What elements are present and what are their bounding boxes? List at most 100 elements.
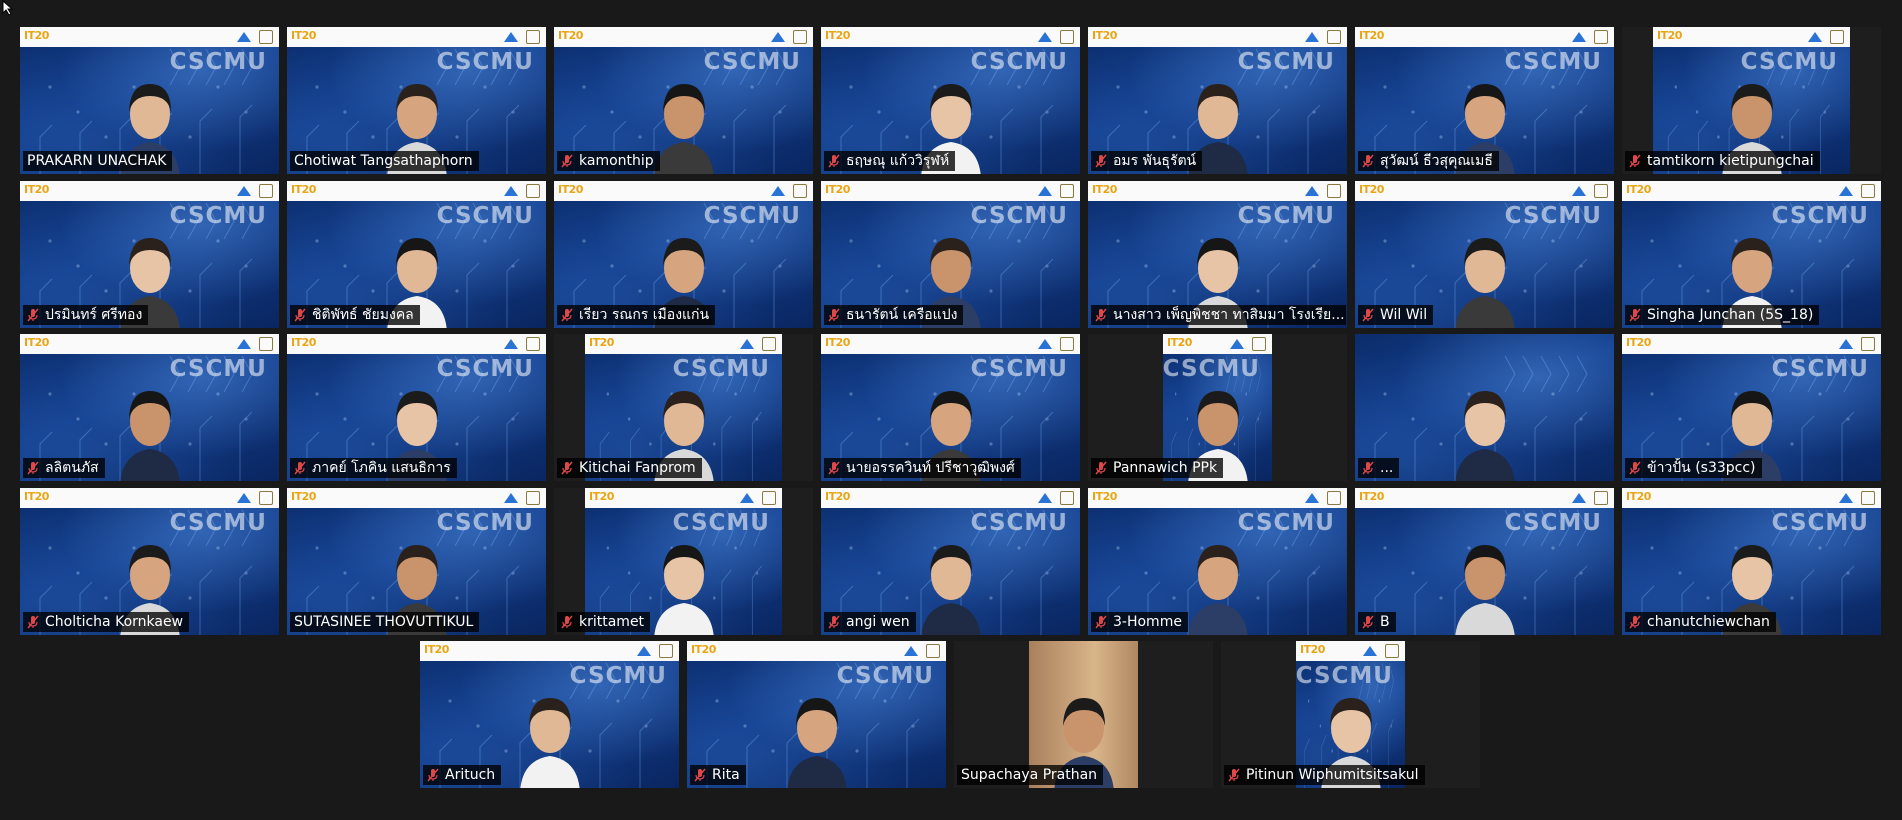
- cscmu-logo-icon: [771, 32, 785, 42]
- university-seal-icon: [259, 184, 273, 198]
- participant-tile[interactable]: IT20 CSCMU Cholticha Kornkaew: [20, 488, 279, 635]
- sponsor-logos: [1228, 337, 1266, 351]
- participant-tile[interactable]: IT20 CSCMU PRAKARN UNACHAK: [20, 27, 279, 174]
- university-seal-icon: [1327, 491, 1341, 505]
- participant-name: B: [1380, 614, 1390, 630]
- university-seal-icon: [526, 30, 540, 44]
- participant-tile[interactable]: IT20 CSCMU Singha Junchan (5S_18): [1622, 181, 1881, 328]
- muted-mic-icon: [828, 461, 840, 475]
- participant-tile[interactable]: IT20 CSCMU ปรมินทร์ ศรีทอง: [20, 181, 279, 328]
- participant-tile[interactable]: IT20 CSCMU Pannawich PPk: [1088, 334, 1347, 481]
- muted-mic-icon: [27, 308, 39, 322]
- event-banner: IT20: [1355, 488, 1614, 508]
- participant-name-label: ปรมินทร์ ศรีทอง: [23, 305, 149, 325]
- university-seal-icon: [526, 491, 540, 505]
- cscmu-logo-icon: [637, 646, 651, 656]
- participant-name-label: Kitichai Fanprom: [557, 458, 702, 478]
- participant-tile[interactable]: IT20 CSCMU ธฤษณุ แก้ววิรุฬห์: [821, 27, 1080, 174]
- muted-mic-icon: [27, 615, 39, 629]
- participant-tile[interactable]: IT20 CSCMU Pitinun Wiphumitsitsakul: [1221, 641, 1480, 788]
- event-brand-logo: IT20: [424, 643, 449, 656]
- participant-tile[interactable]: IT20 CSCMU ลลิตนภัส: [20, 334, 279, 481]
- participant-name-label: ข้าวปั้น (s33pcc): [1625, 458, 1762, 478]
- participant-tile[interactable]: IT20 CSCMU นายอรรควินท์ ปรีชาวุฒิพงศ์: [821, 334, 1080, 481]
- participant-tile[interactable]: ...: [1355, 334, 1614, 481]
- sponsor-logos: [1570, 30, 1608, 44]
- participant-tile[interactable]: IT20 CSCMU Rita: [687, 641, 946, 788]
- participant-name-label: PRAKARN UNACHAK: [23, 151, 173, 171]
- sponsor-logos: [1570, 184, 1608, 198]
- participant-tile[interactable]: IT20 CSCMU kamonthip: [554, 27, 813, 174]
- participant-tile[interactable]: IT20 CSCMU นางสาว เพ็ญพิชชา ทาสิมมา โรงเรี…: [1088, 181, 1347, 328]
- participant-tile[interactable]: IT20 CSCMU Wil Wil: [1355, 181, 1614, 328]
- muted-mic-icon: [561, 154, 573, 168]
- event-banner: IT20: [1088, 27, 1347, 47]
- participant-name-label: Cholticha Kornkaew: [23, 612, 190, 632]
- participant-tile[interactable]: IT20 CSCMU tamtikorn kietipungchai: [1622, 27, 1881, 174]
- participant-tile[interactable]: IT20 CSCMU อมร พันธุรัตน์: [1088, 27, 1347, 174]
- university-seal-icon: [1594, 491, 1608, 505]
- participant-name: Cholticha Kornkaew: [45, 614, 184, 630]
- university-seal-icon: [1861, 337, 1875, 351]
- cscmu-logo-icon: [504, 186, 518, 196]
- cscmu-logo-icon: [1305, 32, 1319, 42]
- university-seal-icon: [1594, 184, 1608, 198]
- cscmu-logo-icon: [1038, 186, 1052, 196]
- event-banner: IT20: [585, 334, 782, 354]
- participant-tile[interactable]: IT20 CSCMU 3-Homme: [1088, 488, 1347, 635]
- participant-tile[interactable]: IT20 CSCMU Kitichai Fanprom: [554, 334, 813, 481]
- cscmu-watermark: CSCMU: [1771, 510, 1869, 536]
- participant-tile[interactable]: IT20 CSCMU ชิติพัทธ์ ชัยมงคล: [287, 181, 546, 328]
- participant-tile[interactable]: IT20 CSCMU เรียว รณกร เมืองแก่น: [554, 181, 813, 328]
- event-brand-logo: IT20: [1626, 490, 1651, 503]
- participant-name-label: นายอรรควินท์ ปรีชาวุฒิพงศ์: [824, 458, 1021, 478]
- cscmu-watermark: CSCMU: [436, 356, 534, 382]
- event-banner: IT20: [821, 181, 1080, 201]
- event-brand-logo: IT20: [1092, 490, 1117, 503]
- cscmu-logo-icon: [237, 32, 251, 42]
- participant-tile[interactable]: IT20 CSCMU ข้าวปั้น (s33pcc): [1622, 334, 1881, 481]
- participant-tile[interactable]: IT20 CSCMU krittamet: [554, 488, 813, 635]
- sponsor-logos: [738, 337, 776, 351]
- participant-tile[interactable]: Supachaya Prathan: [954, 641, 1213, 788]
- muted-mic-icon: [828, 308, 840, 322]
- participant-name-label: สุวัฒน์ ธีวสุคุณเมธี: [1358, 151, 1499, 171]
- event-brand-logo: IT20: [589, 490, 614, 503]
- participant-name-label: นางสาว เพ็ญพิชชา ทาสิมมา โรงเรีย...: [1091, 305, 1346, 325]
- cscmu-logo-icon: [237, 493, 251, 503]
- cscmu-watermark: CSCMU: [970, 203, 1068, 229]
- event-brand-logo: IT20: [1359, 183, 1384, 196]
- university-seal-icon: [259, 30, 273, 44]
- cscmu-logo-icon: [771, 186, 785, 196]
- event-banner: IT20: [687, 641, 946, 661]
- participant-tile[interactable]: IT20 CSCMU SUTASINEE THOVUTTIKUL: [287, 488, 546, 635]
- participant-tile[interactable]: IT20 CSCMU chanutchiewchan: [1622, 488, 1881, 635]
- cscmu-logo-icon: [1572, 186, 1586, 196]
- participant-video-person: [786, 698, 847, 788]
- participant-tile[interactable]: IT20 CSCMU angi wen: [821, 488, 1080, 635]
- participant-name-label: Pannawich PPk: [1091, 458, 1224, 478]
- participant-tile[interactable]: IT20 CSCMU B: [1355, 488, 1614, 635]
- participant-tile[interactable]: IT20 CSCMU Arituch: [420, 641, 679, 788]
- muted-mic-icon: [1095, 308, 1107, 322]
- participant-name: Singha Junchan (5S_18): [1647, 307, 1814, 323]
- muted-mic-icon: [1629, 308, 1641, 322]
- cscmu-logo-icon: [1808, 32, 1822, 42]
- university-seal-icon: [1327, 30, 1341, 44]
- event-brand-logo: IT20: [1092, 183, 1117, 196]
- participant-tile[interactable]: IT20 CSCMU ธนารัตน์ เครือแปง: [821, 181, 1080, 328]
- cscmu-watermark: CSCMU: [1237, 49, 1335, 75]
- participant-tile[interactable]: IT20 CSCMU ภาคย์ โภคิน แสนธิการ: [287, 334, 546, 481]
- participant-video-person: [920, 545, 981, 635]
- university-seal-icon: [926, 644, 940, 658]
- university-seal-icon: [526, 184, 540, 198]
- participant-name: Supachaya Prathan: [961, 767, 1098, 783]
- participant-name: สุวัฒน์ ธีวสุคุณเมธี: [1380, 153, 1493, 169]
- cscmu-logo-icon: [504, 32, 518, 42]
- participant-tile[interactable]: IT20 CSCMU Chotiwat Tangsathaphorn: [287, 27, 546, 174]
- participant-tile[interactable]: IT20 CSCMU สุวัฒน์ ธีวสุคุณเมธี: [1355, 27, 1614, 174]
- muted-mic-icon: [1362, 154, 1374, 168]
- participant-name-label: ภาคย์ โภคิน แสนธิการ: [290, 458, 457, 478]
- participant-name: chanutchiewchan: [1647, 614, 1770, 630]
- event-brand-logo: IT20: [825, 29, 850, 42]
